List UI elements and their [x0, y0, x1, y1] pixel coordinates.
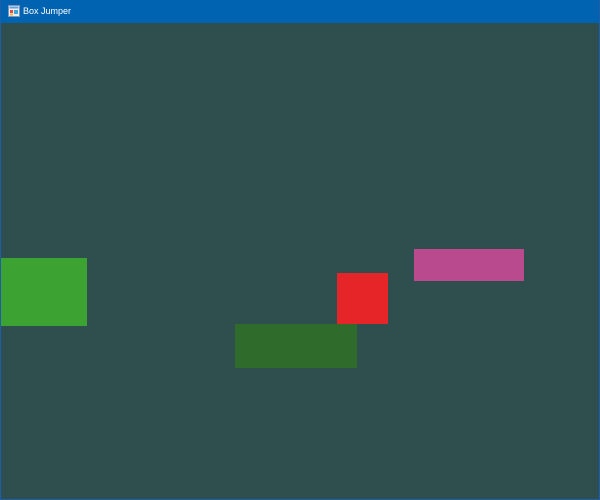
dark-green-platform: [235, 324, 357, 368]
pink-platform: [414, 249, 524, 281]
red-player-box: [337, 273, 388, 324]
game-canvas[interactable]: [1, 23, 599, 499]
left-green-platform: [1, 258, 87, 326]
title-bar[interactable]: Box Jumper: [1, 0, 599, 23]
window-title: Box Jumper: [23, 6, 72, 16]
game-window: Box Jumper: [0, 0, 600, 500]
app-window-icon: [8, 5, 20, 17]
